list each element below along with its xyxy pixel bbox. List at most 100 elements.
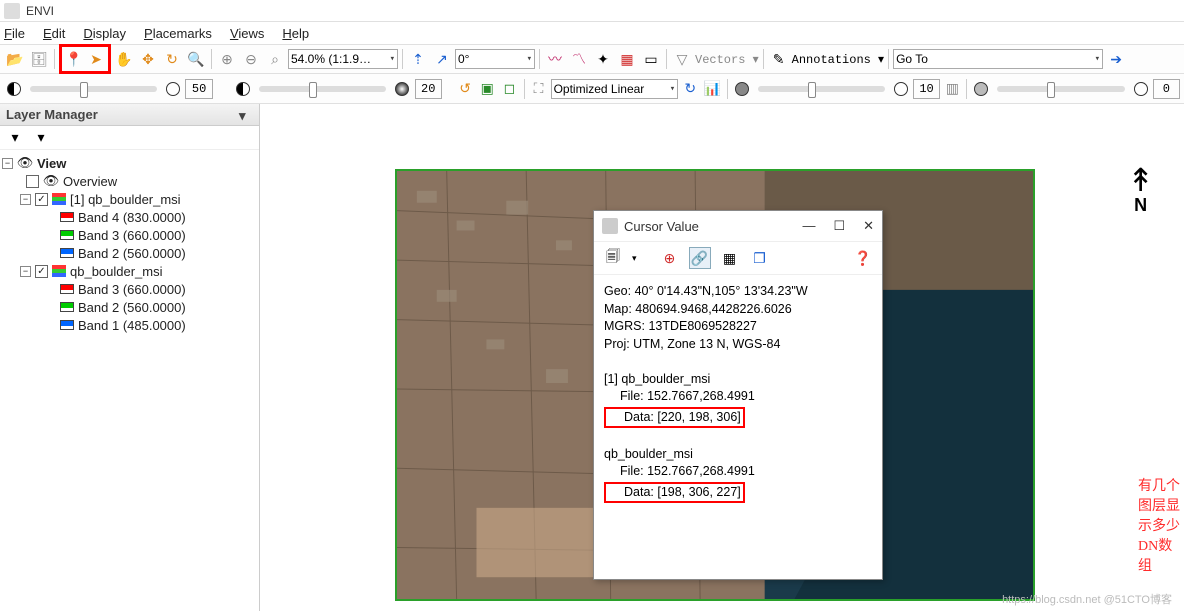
help-icon[interactable]: ❓ xyxy=(852,247,874,269)
zoom-fit-icon[interactable]: ⌕ xyxy=(264,48,286,70)
rect-icon[interactable]: ▭ xyxy=(640,48,662,70)
collapse-icon[interactable]: − xyxy=(20,266,31,277)
tree-band-row[interactable]: Band 1 (485.0000) xyxy=(2,316,257,334)
sharpen-icon[interactable]: ▥ xyxy=(942,78,962,100)
collapse-icon[interactable]: − xyxy=(20,194,31,205)
overview-label: Overview xyxy=(63,174,117,189)
layer-manager-title: Layer Manager xyxy=(6,107,98,122)
link-icon[interactable]: 🔗 xyxy=(689,247,711,269)
scatter-icon[interactable]: ✦ xyxy=(592,48,614,70)
titlebar: ENVI xyxy=(0,0,1184,22)
tree-layer-node[interactable]: − ✓ [1] qb_boulder_msi xyxy=(2,190,257,208)
stretch-mode-dropdown[interactable]: Optimized Linear xyxy=(551,79,679,99)
tree-band-row[interactable]: Band 3 (660.0000) xyxy=(2,226,257,244)
rotation-dropdown[interactable]: 0° xyxy=(455,49,535,69)
goto-input[interactable]: Go To xyxy=(893,49,1103,69)
data-manager-icon[interactable]: 🗄 xyxy=(28,48,50,70)
sharpen-slider[interactable] xyxy=(758,86,885,92)
zoom-tool-icon[interactable]: 🔍 xyxy=(185,48,207,70)
band-label: Band 2 (560.0000) xyxy=(78,246,186,261)
dialog-titlebar[interactable]: Cursor Value — ☐ ✕ xyxy=(594,211,882,241)
expand-tree-icon[interactable]: ▾ xyxy=(30,127,52,149)
select-arrow-icon[interactable]: ➤ xyxy=(85,48,107,70)
band-label: Band 2 (560.0000) xyxy=(78,300,186,315)
copy-icon[interactable]: 🗐 xyxy=(602,247,624,269)
layer2-file: File: 152.7667,268.4991 xyxy=(604,463,872,481)
waves-icon[interactable]: 〽 xyxy=(568,48,590,70)
lock-stretch-icon[interactable]: ⛶ xyxy=(528,78,548,100)
grid-icon[interactable]: ▦ xyxy=(719,247,741,269)
pin-tool-icon[interactable]: 📍 xyxy=(63,48,85,70)
windows-icon[interactable]: ❐ xyxy=(749,247,771,269)
roi-tool-icon[interactable]: ▦ xyxy=(616,48,638,70)
sharp-low-icon[interactable] xyxy=(731,78,751,100)
menu-placemarks[interactable]: Placemarks xyxy=(144,26,212,41)
tree-layer-node[interactable]: − ✓ qb_boulder_msi xyxy=(2,262,257,280)
tree-overview-node[interactable]: 👁 Overview xyxy=(2,172,257,190)
trans-low-icon[interactable] xyxy=(971,78,991,100)
red-band-icon xyxy=(60,212,74,222)
tree-band-row[interactable]: Band 2 (560.0000) xyxy=(2,298,257,316)
crosshair-icon[interactable]: ⊕ xyxy=(659,247,681,269)
view-icon: 👁 xyxy=(17,156,33,170)
rotate-icon[interactable]: ↻ xyxy=(161,48,183,70)
layer-manager-panel: Layer Manager ▾ ▾ ▾ − 👁 View 👁 Overview … xyxy=(0,104,260,611)
brightness-value[interactable]: 50 xyxy=(185,79,212,99)
zoom-in-icon[interactable]: ⊕ xyxy=(216,48,238,70)
contrast-icon[interactable] xyxy=(4,78,24,100)
north-compass: ↟ N xyxy=(1127,164,1154,214)
collapse-tree-icon[interactable]: ▾ xyxy=(4,127,26,149)
menu-edit[interactable]: Edit xyxy=(43,26,65,41)
zoom-out-icon[interactable]: ⊖ xyxy=(240,48,262,70)
pan-hand-icon[interactable]: ✋ xyxy=(113,48,135,70)
roi-crop1-icon[interactable]: ▣ xyxy=(477,78,497,100)
trans-high-icon[interactable] xyxy=(1131,78,1151,100)
overview-checkbox[interactable] xyxy=(26,175,39,188)
maximize-icon[interactable]: ☐ xyxy=(833,218,845,234)
transparency-slider[interactable] xyxy=(997,86,1124,92)
wave-profile-icon[interactable]: 〰 xyxy=(544,48,566,70)
close-icon[interactable]: ✕ xyxy=(863,218,874,234)
brightness-slider[interactable] xyxy=(30,86,157,92)
layer-checkbox[interactable]: ✓ xyxy=(35,193,48,206)
panel-menu-icon[interactable]: ▾ xyxy=(239,108,253,122)
cursor-value-dialog[interactable]: Cursor Value — ☐ ✕ 🗐▾ ⊕ 🔗 ▦ ❐ ❓ Geo: 40°… xyxy=(593,210,883,580)
zoom-level-dropdown[interactable]: 54.0% (1:1.9… xyxy=(288,49,398,69)
tree-view-node[interactable]: − 👁 View xyxy=(2,154,257,172)
menu-file[interactable]: File xyxy=(4,26,25,41)
apply-stretch-icon[interactable]: ↻ xyxy=(680,78,700,100)
layer1-data: Data: [220, 198, 306] xyxy=(608,410,741,424)
bright-icon[interactable] xyxy=(163,78,183,100)
contrast-slider[interactable] xyxy=(259,86,386,92)
menu-display[interactable]: Display xyxy=(83,26,126,41)
goto-submit-icon[interactable]: ➔ xyxy=(1105,48,1127,70)
menu-help[interactable]: Help xyxy=(282,26,309,41)
collapse-icon[interactable]: − xyxy=(2,158,13,169)
vectors-icon[interactable]: ▽ xyxy=(671,48,693,70)
annotations-dropdown[interactable]: Annotations ▾ xyxy=(792,52,884,67)
transparency-value[interactable]: 0 xyxy=(1153,79,1180,99)
reset-stretch-icon[interactable]: ↺ xyxy=(455,78,475,100)
fly-icon[interactable]: ✥ xyxy=(137,48,159,70)
contrast-end-icon[interactable] xyxy=(392,78,412,100)
north-up-icon[interactable]: ⇡ xyxy=(407,48,429,70)
contrast2-icon[interactable] xyxy=(233,78,253,100)
roi-crop2-icon[interactable]: ◻ xyxy=(499,78,519,100)
menu-views[interactable]: Views xyxy=(230,26,264,41)
vectors-dropdown[interactable]: Vectors ▾ xyxy=(695,52,759,67)
sharpen-value[interactable]: 10 xyxy=(913,79,940,99)
minimize-icon[interactable]: — xyxy=(802,218,815,234)
separator xyxy=(524,79,525,99)
tree-band-row[interactable]: Band 3 (660.0000) xyxy=(2,280,257,298)
layer-checkbox[interactable]: ✓ xyxy=(35,265,48,278)
open-file-icon[interactable]: 📂 xyxy=(4,48,26,70)
separator xyxy=(966,79,967,99)
annotations-icon[interactable]: ✎ xyxy=(768,48,790,70)
contrast-value[interactable]: 20 xyxy=(415,79,442,99)
histogram-icon[interactable]: 📊 xyxy=(702,78,722,100)
sharp-high-icon[interactable] xyxy=(891,78,911,100)
rotate-to-icon[interactable]: ↗ xyxy=(431,48,453,70)
tree-band-row[interactable]: Band 4 (830.0000) xyxy=(2,208,257,226)
layer-name: [1] qb_boulder_msi xyxy=(70,192,181,207)
tree-band-row[interactable]: Band 2 (560.0000) xyxy=(2,244,257,262)
